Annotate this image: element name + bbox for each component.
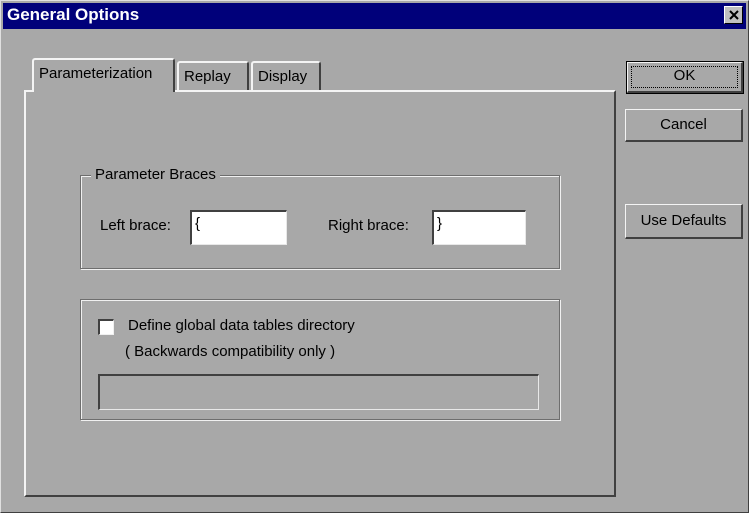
cancel-button[interactable]: Cancel <box>625 109 743 142</box>
close-button[interactable] <box>724 6 743 24</box>
tab-display-label: Display <box>258 68 308 85</box>
tab-parameterization-label: Parameterization <box>39 65 153 82</box>
define-global-data-tables-label[interactable]: Define global data tables directory <box>128 317 355 334</box>
left-brace-input[interactable]: { <box>190 210 287 245</box>
right-brace-label: Right brace: <box>328 217 409 234</box>
data-tables-directory-input[interactable] <box>98 374 539 410</box>
cancel-label: Cancel <box>660 116 707 133</box>
window-title: General Options <box>7 5 140 24</box>
tab-replay[interactable]: Replay <box>177 61 249 91</box>
backwards-compatibility-note: ( Backwards compatibility only ) <box>125 343 336 360</box>
tab-parameterization[interactable]: Parameterization <box>32 58 175 92</box>
left-brace-label: Left brace: <box>100 217 171 234</box>
ok-button[interactable]: OK <box>626 61 744 94</box>
use-defaults-button[interactable]: Use Defaults <box>625 204 743 239</box>
tab-replay-label: Replay <box>184 68 231 85</box>
close-icon <box>729 10 739 20</box>
general-options-dialog: General Options Parameterization Replay … <box>0 0 749 513</box>
define-global-data-tables-checkbox[interactable] <box>98 319 114 335</box>
right-brace-input[interactable]: } <box>432 210 526 245</box>
title-bar[interactable]: General Options <box>3 3 746 29</box>
parameter-braces-legend: Parameter Braces <box>91 166 220 183</box>
tab-display[interactable]: Display <box>251 61 321 91</box>
ok-focus-rect <box>631 66 738 88</box>
tab-panel-parameterization <box>24 90 616 497</box>
use-defaults-label: Use Defaults <box>640 212 727 229</box>
